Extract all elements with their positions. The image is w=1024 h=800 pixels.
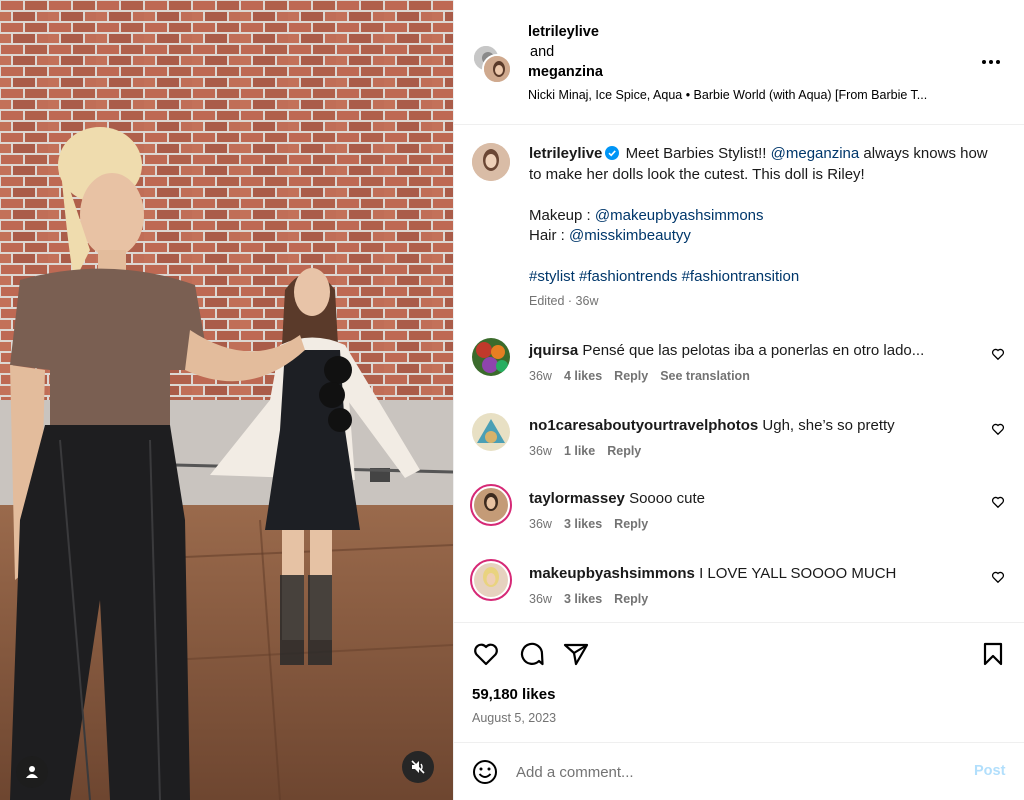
caption-text-part: Meet Barbies Stylist!! <box>625 145 767 162</box>
more-options-icon[interactable] <box>976 50 1006 74</box>
comment-meta: 36w 3 likes Reply <box>529 592 648 606</box>
collab-authors: letrileylive and meganzina <box>528 22 603 82</box>
hair-label: Hair : <box>529 227 565 244</box>
avatar-image <box>474 563 508 597</box>
comment-likes[interactable]: 3 likes <box>564 517 602 531</box>
likes-count[interactable]: 59,180 likes <box>472 686 555 703</box>
hashtag-link[interactable]: #fashiontransition <box>682 268 800 285</box>
avatar-image <box>472 143 510 181</box>
post-actions: 59,180 likes August 5, 2023 <box>454 622 1024 742</box>
comment-item: taylormassey Soooo cute 36w 3 likes Repl… <box>454 484 1024 556</box>
collab-avatars[interactable] <box>472 44 512 84</box>
mention-link[interactable]: @meganzina <box>771 145 860 162</box>
comment-meta: 36w 1 like Reply <box>529 444 641 458</box>
comment-username[interactable]: no1caresaboutyourtravelphotos <box>529 417 758 434</box>
reply-button[interactable]: Reply <box>614 592 648 606</box>
comment-item: no1caresaboutyourtravelphotos Ugh, she’s… <box>454 413 1024 483</box>
emoji-icon[interactable] <box>472 759 498 785</box>
mute-button[interactable] <box>402 751 434 783</box>
save-bookmark-icon[interactable] <box>979 640 1007 668</box>
comment-username[interactable]: jquirsa <box>529 342 578 359</box>
see-translation-button[interactable]: See translation <box>660 369 750 383</box>
post-date: August 5, 2023 <box>472 711 557 725</box>
post-video[interactable] <box>0 0 453 800</box>
like-heart-icon[interactable] <box>472 640 500 668</box>
caption-text: letrileylive Meet Barbies Stylist!! @meg… <box>529 144 989 288</box>
comment-likes[interactable]: 4 likes <box>564 369 602 383</box>
avatar-image <box>472 338 510 376</box>
comment-text: taylormassey Soooo cute <box>529 489 969 509</box>
post-side-panel: letrileylive and meganzina Nicki Minaj, … <box>453 0 1024 800</box>
share-send-icon[interactable] <box>562 640 590 668</box>
avatar <box>474 563 508 597</box>
avatar-image <box>472 413 510 451</box>
comment-time: 36w <box>529 369 552 383</box>
comment-meta: 36w 3 likes Reply <box>529 517 648 531</box>
heart-icon[interactable] <box>991 570 1005 584</box>
avatar-image <box>484 56 510 82</box>
avatar-story-ring[interactable] <box>470 484 512 526</box>
avatar[interactable] <box>472 338 510 376</box>
comment-item: jquirsa Pensé que las pelotas iba a pone… <box>454 338 1024 408</box>
post-comment-button[interactable]: Post <box>974 763 1005 779</box>
and-text: and <box>530 44 555 60</box>
hashtag-link[interactable]: #fashiontrends <box>579 268 677 285</box>
hashtag-link[interactable]: #stylist <box>529 268 575 285</box>
comment-time: 36w <box>529 592 552 606</box>
muted-speaker-icon <box>411 760 425 774</box>
reply-button[interactable]: Reply <box>607 444 641 458</box>
comment-time: 36w <box>529 517 552 531</box>
comment-meta: 36w 4 likes Reply See translation <box>529 369 750 383</box>
comment-likes[interactable]: 1 like <box>564 444 595 458</box>
comment-body: I LOVE YALL SOOOO MUCH <box>699 565 897 582</box>
video-frame <box>0 0 453 800</box>
avatar[interactable] <box>472 413 510 451</box>
comment-body: Soooo cute <box>629 490 705 507</box>
comment-body: Ugh, she’s so pretty <box>762 417 895 434</box>
person-icon <box>26 766 38 778</box>
comment-input[interactable] <box>516 759 956 785</box>
author-username[interactable]: letrileylive <box>528 22 603 42</box>
comment-item: makeupbyashsimmons I LOVE YALL SOOOO MUC… <box>454 559 1024 631</box>
avatar <box>482 54 512 84</box>
reply-button[interactable]: Reply <box>614 517 648 531</box>
tagged-users-button[interactable] <box>16 756 48 788</box>
heart-icon[interactable] <box>991 347 1005 361</box>
mention-link[interactable]: @misskimbeautyy <box>569 227 691 244</box>
makeup-label: Makeup : <box>529 206 591 224</box>
author-username[interactable]: meganzina <box>528 62 603 82</box>
reply-button[interactable]: Reply <box>614 369 648 383</box>
comment-text: no1caresaboutyourtravelphotos Ugh, she’s… <box>529 416 969 436</box>
post-header: letrileylive and meganzina Nicki Minaj, … <box>454 0 1024 125</box>
comment-username[interactable]: makeupbyashsimmons <box>529 565 695 582</box>
audio-track-link[interactable]: Nicki Minaj, Ice Spice, Aqua • Barbie Wo… <box>528 88 927 102</box>
comment-likes[interactable]: 3 likes <box>564 592 602 606</box>
verified-badge-icon <box>605 146 620 160</box>
comment-composer: Post <box>454 742 1024 800</box>
comment-body: Pensé que las pelotas iba a ponerlas en … <box>582 342 925 359</box>
caption-meta: Edited · 36w <box>529 294 599 308</box>
caption-username[interactable]: letrileylive <box>529 145 602 162</box>
ellipsis-icon <box>982 60 1000 64</box>
avatar[interactable] <box>472 143 510 181</box>
avatar-story-ring[interactable] <box>470 559 512 601</box>
comment-icon[interactable] <box>518 640 546 668</box>
avatar <box>474 488 508 522</box>
comment-time: 36w <box>529 444 552 458</box>
comment-username[interactable]: taylormassey <box>529 490 625 507</box>
heart-icon[interactable] <box>991 422 1005 436</box>
comment-text: makeupbyashsimmons I LOVE YALL SOOOO MUC… <box>529 564 969 584</box>
avatar-image <box>474 488 508 522</box>
comment-text: jquirsa Pensé que las pelotas iba a pone… <box>529 341 969 361</box>
mention-link[interactable]: @makeupbyashsimmons <box>595 207 764 224</box>
instagram-post-modal: letrileylive and meganzina Nicki Minaj, … <box>0 0 1024 800</box>
heart-icon[interactable] <box>991 495 1005 509</box>
